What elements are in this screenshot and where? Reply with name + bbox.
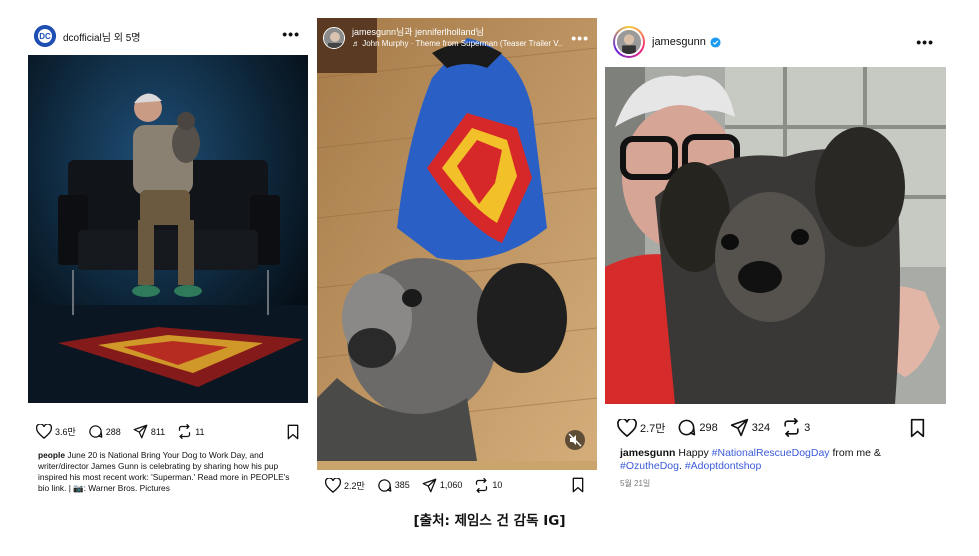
- account-avatar[interactable]: [323, 27, 345, 49]
- share-icon: [422, 478, 437, 492]
- comment-button[interactable]: 288: [88, 424, 121, 439]
- more-icon[interactable]: •••: [916, 34, 934, 50]
- heart-icon: [325, 477, 341, 493]
- share-button[interactable]: 1,060: [422, 478, 463, 493]
- bookmark-icon[interactable]: [909, 418, 926, 440]
- share-button[interactable]: 811: [133, 424, 165, 439]
- like-button[interactable]: 2.2만: [325, 477, 365, 493]
- comment-count: 298: [699, 421, 718, 434]
- post-jamesgunn-photo: jamesgunn ••• 2.7만 298 324 3 jamesgunn H…: [605, 18, 946, 498]
- svg-text:DC: DC: [39, 32, 51, 41]
- repost-count: 3: [804, 421, 811, 434]
- like-count: 2.2만: [344, 480, 365, 491]
- share-icon: [133, 424, 148, 439]
- reel-header: jamesgunn님과 jenniferlholland님 ♬ John Mur…: [317, 18, 597, 58]
- repost-icon: [476, 477, 488, 493]
- repost-button[interactable]: 11: [177, 424, 205, 439]
- comment-button[interactable]: 385: [377, 478, 410, 493]
- share-count: 1,060: [439, 480, 463, 490]
- hashtag-link[interactable]: #OzutheDog: [620, 460, 679, 472]
- heart-icon: [36, 424, 52, 439]
- music-track[interactable]: ♬ John Murphy · Theme from Superman (Tea…: [352, 38, 562, 49]
- like-button[interactable]: 3.6만: [36, 424, 76, 439]
- share-icon: [730, 418, 748, 437]
- post-image[interactable]: [605, 67, 946, 404]
- account-name[interactable]: jamesgunn: [652, 36, 706, 48]
- hashtag-link[interactable]: #NationalRescueDogDay: [712, 447, 830, 459]
- caption-username[interactable]: jamesgunn: [620, 447, 675, 459]
- repost-icon: [784, 418, 799, 437]
- more-icon[interactable]: •••: [282, 26, 300, 42]
- comment-count: 385: [394, 480, 410, 490]
- like-count: 3.6만: [55, 427, 76, 437]
- post-date: 5월 21일: [620, 479, 651, 488]
- comment-icon: [679, 419, 696, 436]
- caption-username[interactable]: people: [38, 450, 65, 460]
- post-caption: people June 20 is National Bring Your Do…: [38, 450, 298, 494]
- share-button[interactable]: 324: [730, 418, 770, 437]
- like-button[interactable]: 2.7만: [617, 418, 666, 437]
- source-credit: [출처: 제임스 건 감독 IG]: [413, 513, 566, 529]
- account-name[interactable]: dcofficial님 외 5명: [63, 29, 140, 44]
- bookmark-icon[interactable]: [571, 477, 585, 495]
- music-icon: ♬: [352, 39, 363, 48]
- mute-icon[interactable]: [565, 430, 585, 450]
- post-caption: jamesgunn Happy #NationalRescueDogDay fr…: [620, 447, 881, 472]
- comment-button[interactable]: 298: [677, 418, 718, 437]
- more-icon[interactable]: •••: [571, 30, 589, 46]
- like-count: 2.7만: [640, 422, 666, 435]
- action-bar: 2.2만 385 1,060 10: [317, 470, 597, 500]
- caption-text: June 20 is National Bring Your Dog to Wo…: [38, 450, 290, 493]
- reel-video[interactable]: [317, 18, 597, 461]
- post-jamesgunn-reel: jamesgunn님과 jenniferlholland님 ♬ John Mur…: [317, 18, 597, 500]
- account-avatar[interactable]: DC: [34, 25, 56, 47]
- repost-count: 11: [195, 426, 205, 437]
- account-avatar[interactable]: [613, 26, 645, 58]
- reel-meta: jamesgunn님과 jenniferlholland님 ♬ John Mur…: [352, 27, 562, 49]
- post-header: DC dcofficial님 외 5명 •••: [28, 18, 308, 54]
- heart-icon: [617, 418, 637, 437]
- bookmark-icon[interactable]: [286, 424, 300, 442]
- post-image[interactable]: [28, 55, 308, 403]
- share-count: 324: [751, 421, 771, 434]
- comment-icon: [378, 478, 392, 492]
- account-names[interactable]: jamesgunn님과 jenniferlholland님: [352, 27, 562, 38]
- action-bar: 3.6만 288 811 11: [36, 424, 300, 442]
- repost-count: 10: [492, 480, 503, 490]
- repost-button[interactable]: 3: [782, 418, 810, 437]
- hashtag-link[interactable]: #Adoptdontshop: [685, 460, 761, 472]
- comment-count: 288: [105, 426, 121, 437]
- verified-icon: [710, 36, 721, 48]
- share-count: 811: [150, 426, 166, 437]
- action-bar: 2.7만 298 324 3: [617, 418, 938, 440]
- comment-icon: [89, 425, 103, 438]
- post-header: jamesgunn •••: [605, 18, 946, 66]
- post-dcofficial: DC dcofficial님 외 5명 ••• 3.6만 288 811 11 …: [28, 18, 308, 498]
- repost-icon: [179, 424, 191, 439]
- repost-button[interactable]: 10: [474, 477, 503, 493]
